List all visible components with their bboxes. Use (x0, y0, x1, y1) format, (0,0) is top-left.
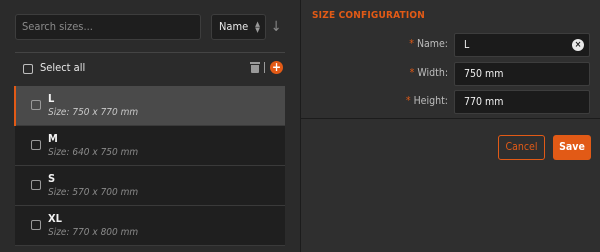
select-all-label[interactable]: Select all (40, 61, 85, 74)
item-checkbox[interactable] (31, 220, 41, 230)
item-size: Size: 640 x 750 mm (48, 147, 139, 158)
config-divider (301, 118, 600, 119)
save-button[interactable]: Save (553, 135, 591, 160)
item-name: L (48, 92, 55, 105)
sort-select[interactable]: Name ▲ ▼ (211, 14, 266, 40)
list-item[interactable]: L Size: 750 x 770 mm (14, 86, 285, 126)
sort-direction-icon[interactable]: ↓ (268, 14, 284, 40)
name-row: * Name: L × (301, 33, 600, 57)
size-list: L Size: 750 x 770 mm M Size: 640 x 750 m… (14, 86, 285, 246)
height-field[interactable]: 770 mm (454, 90, 590, 114)
select-all-checkbox[interactable] (23, 64, 33, 74)
item-name: XL (48, 212, 62, 225)
name-label: * Name: (409, 38, 448, 50)
trash-icon[interactable] (250, 62, 260, 73)
sort-select-value: Name (219, 20, 249, 33)
config-title: SIZE CONFIGURATION (312, 10, 425, 21)
cancel-button[interactable]: Cancel (498, 135, 545, 160)
width-row: * Width: 750 mm (301, 62, 600, 86)
list-item[interactable]: XL Size: 770 x 800 mm (15, 206, 285, 246)
list-item[interactable]: S Size: 570 x 700 mm (15, 166, 285, 206)
item-name: M (48, 132, 58, 145)
height-label: * Height: (405, 95, 448, 107)
item-checkbox[interactable] (31, 100, 41, 110)
width-field[interactable]: 750 mm (454, 62, 590, 86)
height-row: * Height: 770 mm (301, 90, 600, 114)
list-toolbar: Select all + (15, 52, 285, 82)
add-size-icon[interactable]: + (270, 61, 283, 74)
name-field-value: L (464, 39, 470, 51)
clear-icon[interactable]: × (572, 39, 584, 51)
item-checkbox[interactable] (31, 180, 41, 190)
sort-caret-icon: ▲ ▼ (255, 20, 260, 34)
item-name: S (48, 172, 56, 185)
item-size: Size: 750 x 770 mm (48, 107, 139, 118)
size-config-panel: SIZE CONFIGURATION * Name: L × * Width: … (300, 0, 600, 252)
item-size: Size: 570 x 700 mm (48, 187, 139, 198)
search-input[interactable]: Search sizes... (15, 14, 201, 40)
size-list-panel: Search sizes... Name ▲ ▼ ↓ Select all + L… (0, 0, 300, 252)
toolbar-divider (264, 62, 265, 73)
item-checkbox[interactable] (31, 140, 41, 150)
name-field[interactable]: L × (454, 33, 590, 57)
list-item[interactable]: M Size: 640 x 750 mm (15, 126, 285, 166)
item-size: Size: 770 x 800 mm (48, 227, 139, 238)
width-label: * Width: (409, 67, 448, 79)
